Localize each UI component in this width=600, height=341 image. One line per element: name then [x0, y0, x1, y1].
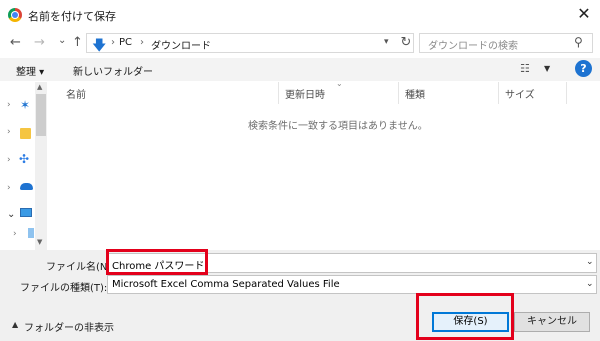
- expand-chevron-icon[interactable]: ›: [7, 155, 11, 165]
- expand-chevron-icon[interactable]: ›: [7, 127, 11, 137]
- search-placeholder: ダウンロードの検索: [428, 41, 518, 52]
- highlight-box-save: [416, 293, 514, 340]
- dropbox-icon[interactable]: ✣: [19, 152, 29, 166]
- hide-folders-button[interactable]: フォルダーの非表示: [24, 319, 114, 334]
- column-divider[interactable]: [498, 82, 499, 104]
- forward-button[interactable]: →: [34, 35, 45, 51]
- file-list[interactable]: [48, 82, 600, 250]
- chevron-up-icon[interactable]: ▲: [12, 320, 18, 329]
- recent-locations-button[interactable]: ⌄: [58, 33, 66, 49]
- search-icon[interactable]: ⚲: [574, 35, 583, 49]
- filetype-label: ファイルの種類(T):: [20, 283, 108, 294]
- scrollbar-thumb[interactable]: [36, 94, 46, 136]
- quick-access-pin-icon[interactable]: ✶: [20, 98, 30, 112]
- close-icon[interactable]: ✕: [574, 4, 594, 24]
- new-folder-button[interactable]: 新しいフォルダー: [73, 63, 153, 78]
- column-header-name[interactable]: 名前: [66, 86, 86, 101]
- view-options-icon[interactable]: ☷: [520, 62, 530, 75]
- expand-chevron-icon[interactable]: ›: [7, 100, 11, 110]
- refresh-button[interactable]: ↻: [398, 34, 414, 52]
- onedrive-icon[interactable]: [20, 183, 33, 190]
- chevron-down-icon[interactable]: ⌄: [586, 279, 594, 289]
- empty-message: 検索条件に一致する項目はありません。: [248, 121, 428, 132]
- download-arrow-icon: 🡇: [92, 38, 107, 54]
- chevron-down-icon[interactable]: ▾: [384, 37, 389, 47]
- filetype-value[interactable]: Microsoft Excel Comma Separated Values F…: [112, 279, 340, 290]
- folder-icon[interactable]: [20, 128, 31, 139]
- column-header-size[interactable]: サイズ: [505, 86, 535, 101]
- column-divider[interactable]: [398, 82, 399, 104]
- scroll-up-icon[interactable]: ▲: [37, 83, 42, 91]
- column-divider[interactable]: [566, 82, 567, 104]
- column-header-type[interactable]: 種類: [405, 86, 425, 101]
- expand-chevron-icon[interactable]: ›: [7, 183, 11, 193]
- sort-indicator-icon: ⌄: [336, 79, 343, 88]
- expand-chevron-icon[interactable]: ›: [13, 229, 17, 239]
- breadcrumb-downloads[interactable]: ダウンロード: [151, 37, 211, 52]
- up-button[interactable]: ↑: [72, 35, 83, 51]
- scroll-down-icon[interactable]: ▼: [37, 238, 42, 246]
- chrome-icon: [8, 8, 22, 22]
- address-bar[interactable]: [86, 33, 414, 53]
- chevron-down-icon[interactable]: ▼: [544, 64, 550, 73]
- organize-button[interactable]: 整理 ▾: [16, 63, 44, 78]
- column-divider[interactable]: [278, 82, 279, 104]
- this-pc-icon[interactable]: [20, 208, 32, 217]
- cancel-button[interactable]: キャンセル: [514, 312, 590, 332]
- back-button[interactable]: ←: [10, 35, 21, 51]
- highlight-box-filename: [106, 249, 208, 275]
- help-icon[interactable]: ?: [575, 60, 592, 77]
- chevron-down-icon[interactable]: ⌄: [586, 257, 594, 267]
- breadcrumb-separator: ›: [111, 37, 115, 48]
- drive-icon[interactable]: [28, 228, 34, 238]
- filename-label: ファイル名(N):: [46, 262, 115, 273]
- collapse-chevron-icon[interactable]: ⌄: [7, 209, 15, 220]
- breadcrumb-separator: ›: [140, 37, 144, 48]
- column-header-modified[interactable]: 更新日時: [285, 86, 325, 101]
- dialog-title: 名前を付けて保存: [28, 10, 116, 23]
- breadcrumb-pc[interactable]: PC: [119, 37, 132, 48]
